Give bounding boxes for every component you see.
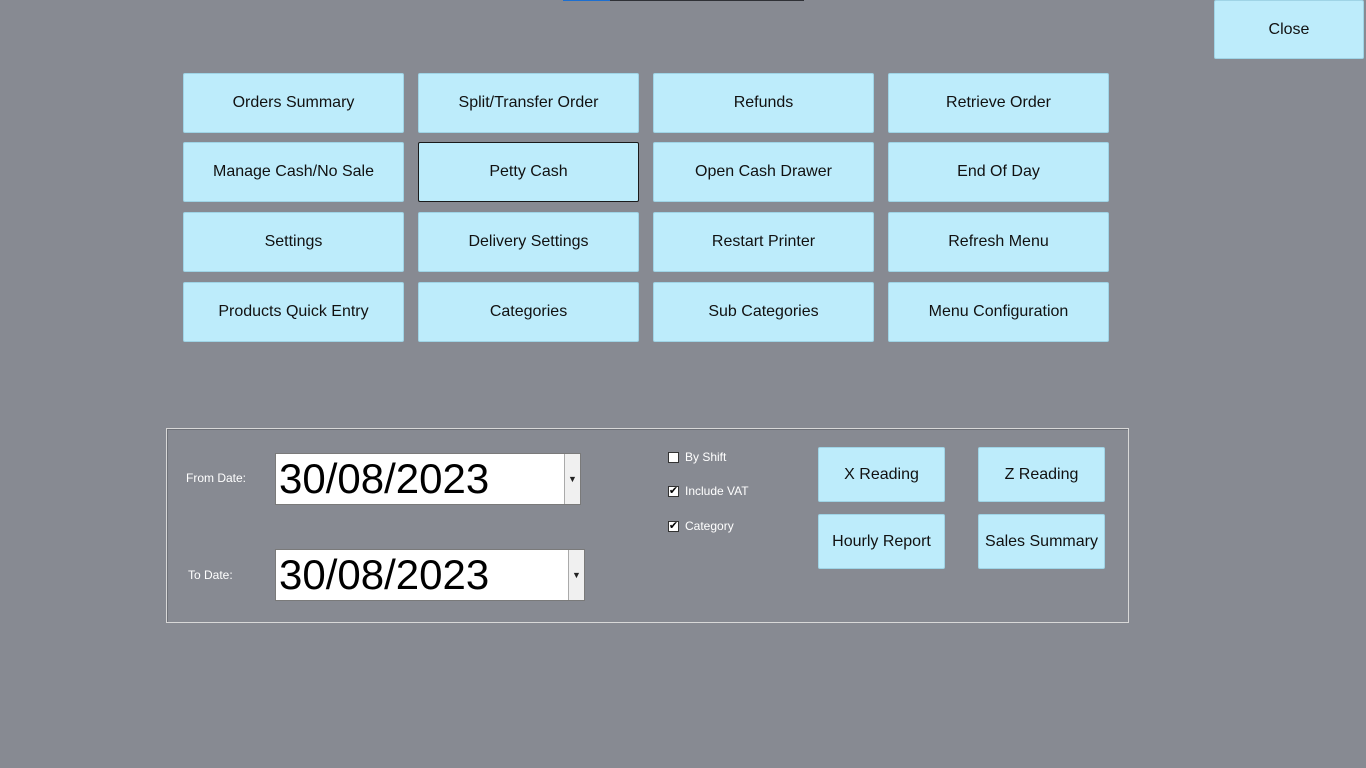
settings-button[interactable]: Settings bbox=[183, 212, 404, 272]
z-reading-button[interactable]: Z Reading bbox=[978, 447, 1105, 502]
category-checkbox[interactable]: ✔ bbox=[668, 520, 679, 532]
refunds-button[interactable]: Refunds bbox=[653, 73, 874, 133]
category-label: Category bbox=[685, 519, 734, 533]
categories-button[interactable]: Categories bbox=[418, 282, 639, 342]
manage-cash-button[interactable]: Manage Cash/No Sale bbox=[183, 142, 404, 202]
hourly-report-button[interactable]: Hourly Report bbox=[818, 514, 945, 569]
orders-summary-button[interactable]: Orders Summary bbox=[183, 73, 404, 133]
menu-button-grid: Orders Summary Split/Transfer Order Refu… bbox=[183, 73, 1109, 342]
restart-printer-button[interactable]: Restart Printer bbox=[653, 212, 874, 272]
include-vat-checkbox[interactable]: ✔ bbox=[668, 485, 679, 497]
from-date-label: From Date: bbox=[186, 471, 247, 485]
chevron-down-icon[interactable]: ▼ bbox=[568, 550, 584, 600]
include-vat-checkbox-row[interactable]: ✔ Include VAT bbox=[668, 484, 749, 498]
close-button[interactable]: Close bbox=[1214, 0, 1364, 59]
chevron-down-icon[interactable]: ▼ bbox=[564, 454, 580, 504]
from-date-picker[interactable]: 30/08/2023 ▼ bbox=[275, 453, 581, 505]
retrieve-order-button[interactable]: Retrieve Order bbox=[888, 73, 1109, 133]
refresh-menu-button[interactable]: Refresh Menu bbox=[888, 212, 1109, 272]
to-date-picker[interactable]: 30/08/2023 ▼ bbox=[275, 549, 585, 601]
to-date-value: 30/08/2023 bbox=[279, 551, 490, 598]
sales-summary-button[interactable]: Sales Summary bbox=[978, 514, 1105, 569]
end-of-day-button[interactable]: End Of Day bbox=[888, 142, 1109, 202]
by-shift-checkbox-row[interactable]: By Shift bbox=[668, 450, 726, 464]
open-cash-drawer-button[interactable]: Open Cash Drawer bbox=[653, 142, 874, 202]
by-shift-checkbox[interactable] bbox=[668, 451, 679, 463]
sub-categories-button[interactable]: Sub Categories bbox=[653, 282, 874, 342]
include-vat-label: Include VAT bbox=[685, 484, 749, 498]
x-reading-button[interactable]: X Reading bbox=[818, 447, 945, 502]
report-panel: From Date: 30/08/2023 ▼ To Date: 30/08/2… bbox=[166, 428, 1129, 623]
products-quick-entry-button[interactable]: Products Quick Entry bbox=[183, 282, 404, 342]
by-shift-label: By Shift bbox=[685, 450, 727, 464]
from-date-value: 30/08/2023 bbox=[279, 455, 490, 502]
delivery-settings-button[interactable]: Delivery Settings bbox=[418, 212, 639, 272]
petty-cash-button[interactable]: Petty Cash bbox=[418, 142, 639, 202]
to-date-label: To Date: bbox=[188, 568, 233, 582]
menu-configuration-button[interactable]: Menu Configuration bbox=[888, 282, 1109, 342]
category-checkbox-row[interactable]: ✔ Category bbox=[668, 519, 734, 533]
split-transfer-order-button[interactable]: Split/Transfer Order bbox=[418, 73, 639, 133]
title-strip-accent bbox=[563, 0, 610, 1]
